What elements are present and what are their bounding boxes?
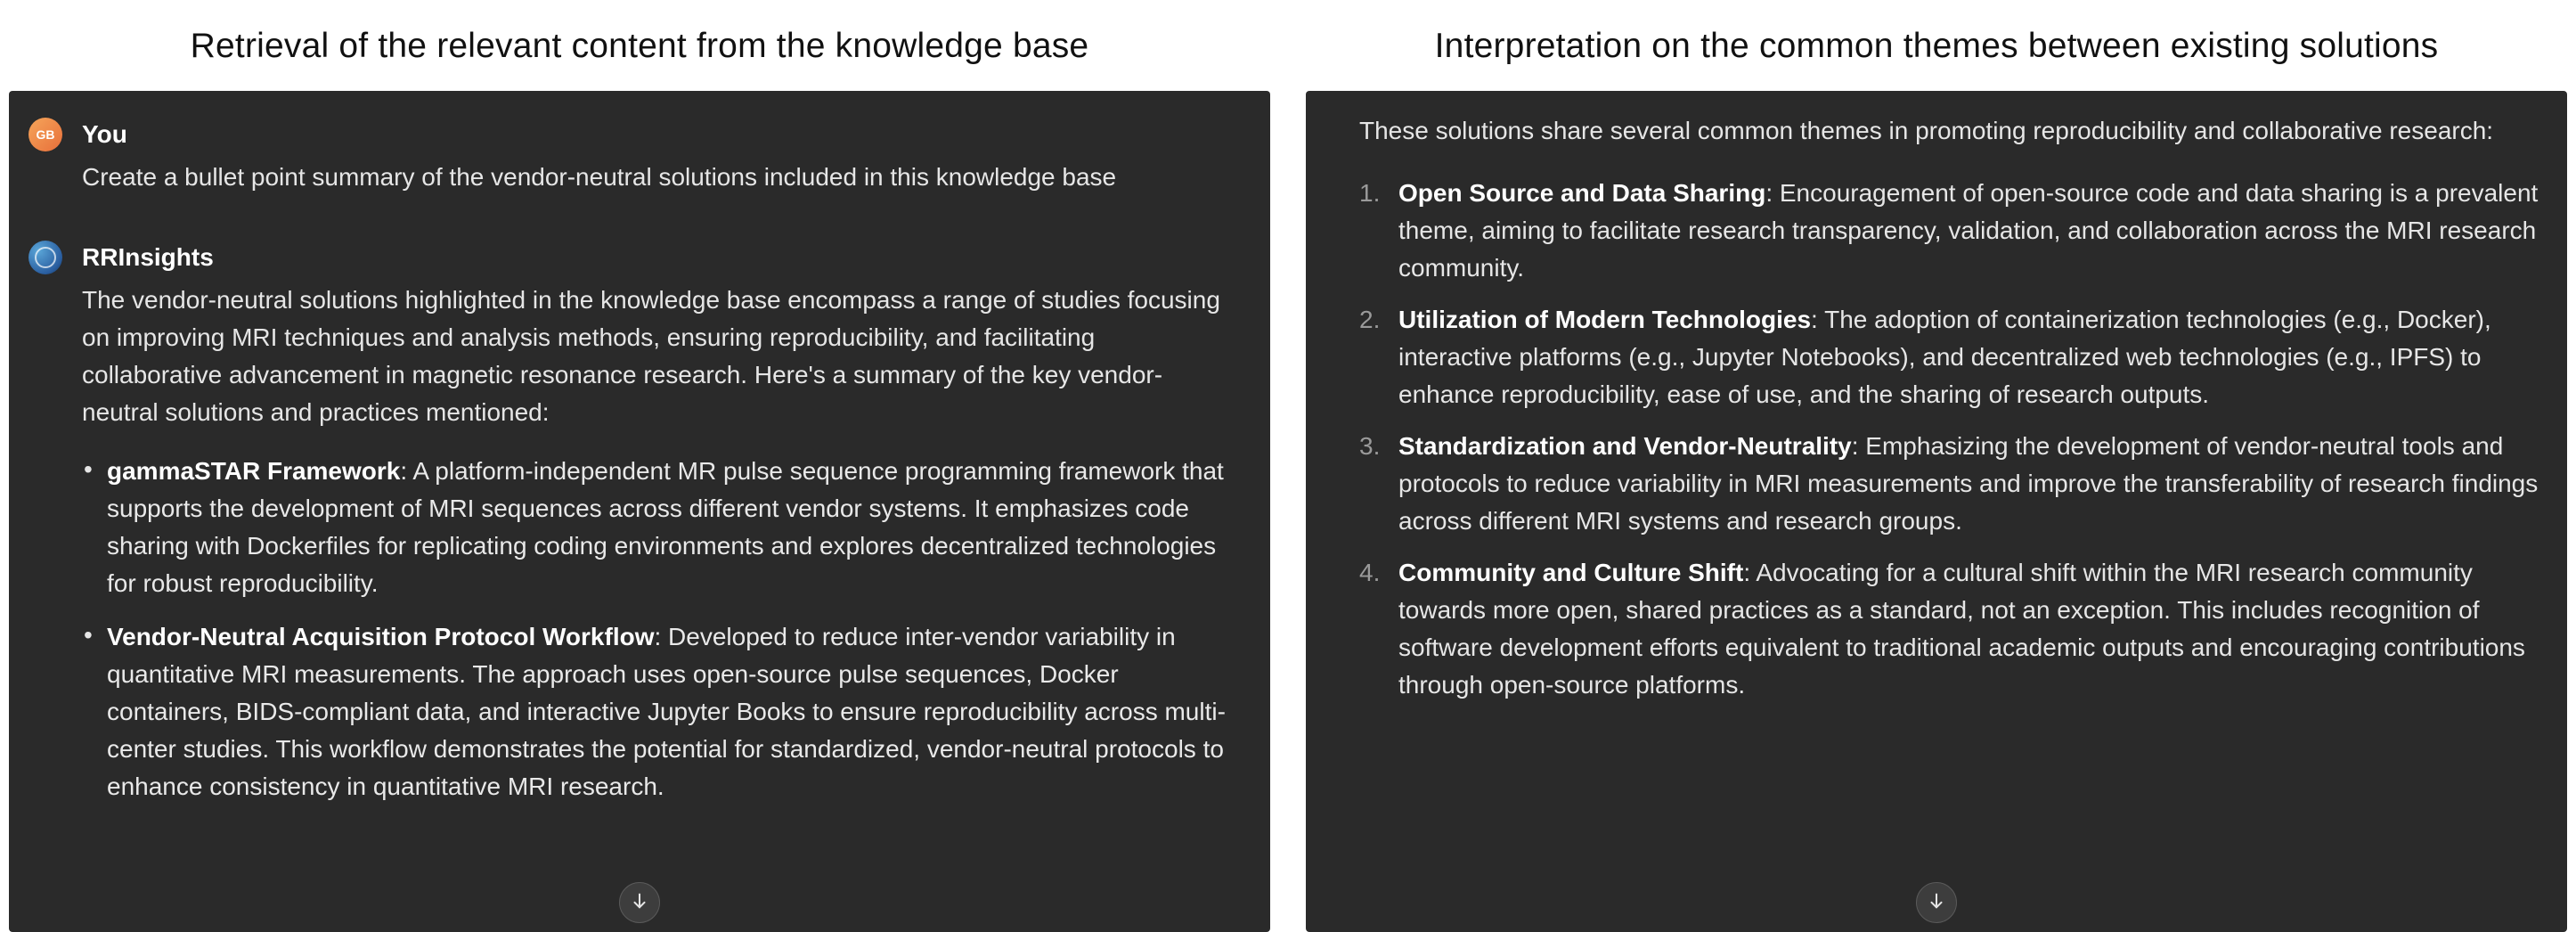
list-item: gammaSTAR Framework: A platform-independ… <box>82 453 1238 602</box>
list-item: Standardization and Vendor-Neutrality: E… <box>1359 428 2539 540</box>
left-column-title: Retrieval of the relevant content from t… <box>9 9 1270 91</box>
page-root: Retrieval of the relevant content from t… <box>0 0 2576 932</box>
left-column: Retrieval of the relevant content from t… <box>9 9 1270 932</box>
scroll-down-button[interactable] <box>1916 882 1957 923</box>
bot-name: RRInsights <box>82 239 1238 276</box>
scroll-down-button[interactable] <box>619 882 660 923</box>
bullet-title: gammaSTAR Framework <box>107 457 400 485</box>
theme-title: Utilization of Modern Technologies <box>1398 306 1811 333</box>
theme-title: Community and Culture Shift <box>1398 559 1743 586</box>
bot-bullet-list: gammaSTAR Framework: A platform-independ… <box>82 453 1238 805</box>
themes-intro-text: These solutions share several common the… <box>1359 112 2539 150</box>
list-item: Open Source and Data Sharing: Encouragem… <box>1359 175 2539 287</box>
bot-message: RRInsights The vendor-neutral solutions … <box>29 239 1238 822</box>
bot-intro-text: The vendor-neutral solutions highlighted… <box>82 282 1238 431</box>
user-name: You <box>82 116 1238 153</box>
bot-message-body: RRInsights The vendor-neutral solutions … <box>82 239 1238 822</box>
bullet-title: Vendor-Neutral Acquisition Protocol Work… <box>107 623 654 650</box>
left-chat-panel: GB You Create a bullet point summary of … <box>9 91 1270 932</box>
user-prompt-text: Create a bullet point summary of the ven… <box>82 159 1238 196</box>
right-column: Interpretation on the common themes betw… <box>1306 9 2567 932</box>
list-item: Utilization of Modern Technologies: The … <box>1359 301 2539 413</box>
bot-avatar <box>29 241 62 274</box>
themes-ordered-list: Open Source and Data Sharing: Encouragem… <box>1359 175 2539 704</box>
user-message: GB You Create a bullet point summary of … <box>29 116 1238 196</box>
theme-title: Standardization and Vendor-Neutrality <box>1398 432 1852 460</box>
arrow-down-icon <box>630 884 649 921</box>
right-chat-panel: These solutions share several common the… <box>1306 91 2567 932</box>
user-avatar: GB <box>29 118 62 151</box>
user-message-body: You Create a bullet point summary of the… <box>82 116 1238 196</box>
list-item: Vendor-Neutral Acquisition Protocol Work… <box>82 618 1238 805</box>
right-column-title: Interpretation on the common themes betw… <box>1306 9 2567 91</box>
arrow-down-icon <box>1927 884 1946 921</box>
list-item: Community and Culture Shift: Advocating … <box>1359 554 2539 704</box>
theme-title: Open Source and Data Sharing <box>1398 179 1765 207</box>
